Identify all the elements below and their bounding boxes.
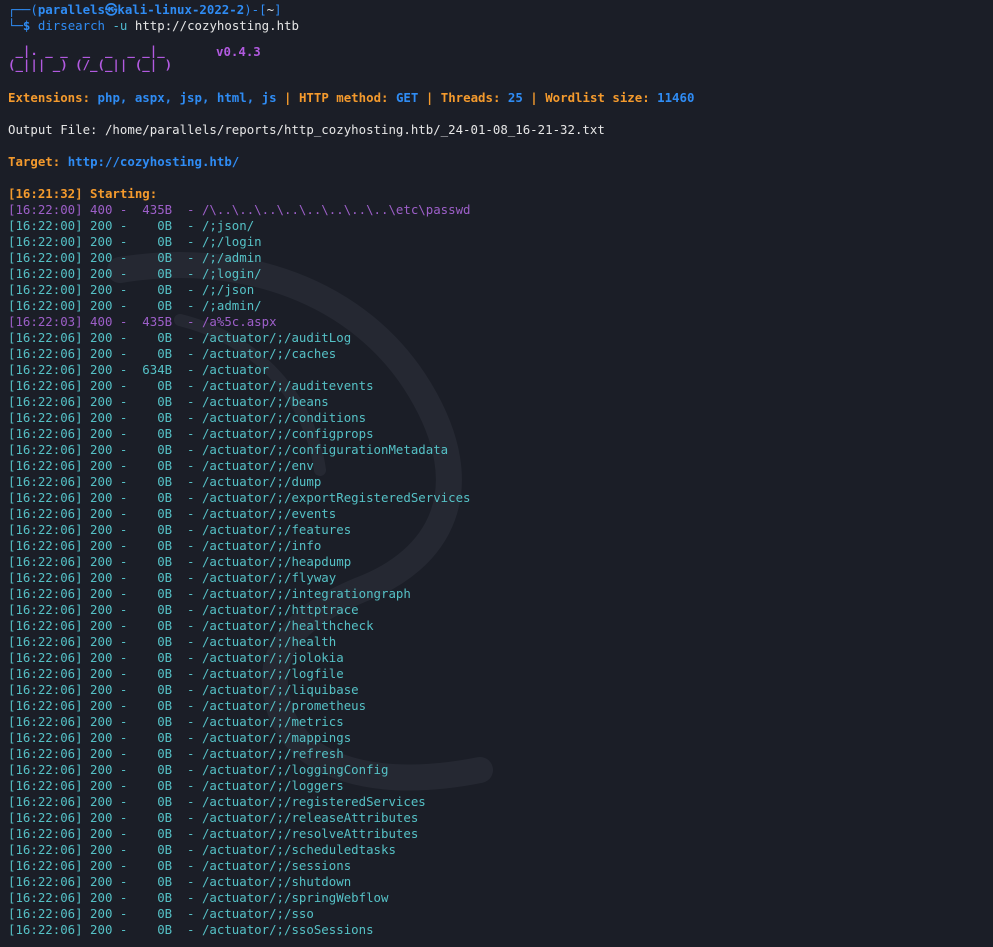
result-row: [16:22:06] 200 - 0B - /actuator/;/ssoSes… — [8, 922, 374, 937]
config-separator: | — [522, 90, 546, 105]
result-row: [16:22:06] 200 - 0B - /actuator/;/audite… — [8, 378, 374, 393]
banner-art-line-1: _|. _ _ _ _ _ _|_ — [8, 43, 165, 58]
result-row: [16:22:06] 200 - 0B - /actuator/;/caches — [8, 346, 337, 361]
result-row: [16:22:00] 200 - 0B - /;json/ — [8, 218, 255, 233]
banner-art-line-2: (_||| _) (/_(_|| (_| ) — [8, 57, 173, 72]
result-row: [16:22:06] 200 - 0B - /actuator/;/flyway — [8, 570, 337, 585]
dirsearch-banner: _|. _ _ _ _ _ _|_ (_||| _) (/_(_|| (_| )… — [8, 44, 993, 76]
result-row: [16:22:06] 200 - 0B - /actuator/;/auditL… — [8, 330, 352, 345]
result-row: [16:22:06] 200 - 0B - /actuator/;/metric… — [8, 714, 344, 729]
result-row: [16:22:00] 400 - 435B - /\..\..\..\..\..… — [8, 202, 471, 217]
result-row: [16:22:06] 200 - 0B - /actuator/;/condit… — [8, 410, 367, 425]
target-line: Target: http://cozyhosting.htb/ — [8, 154, 993, 170]
output-file-line: Output File: /home/parallels/reports/htt… — [8, 122, 605, 137]
result-row: [16:22:06] 200 - 0B - /actuator/;/refres… — [8, 746, 344, 761]
wordlist-label: Wordlist size: — [545, 90, 650, 105]
result-row: [16:22:06] 200 - 0B - /actuator/;/config… — [8, 426, 374, 441]
result-row: [16:22:00] 200 - 0B - /;/login — [8, 234, 262, 249]
result-row: [16:22:06] 200 - 0B - /actuator/;/dump — [8, 474, 322, 489]
prompt-separator: )-[ — [244, 2, 267, 17]
result-row: [16:22:06] 200 - 0B - /actuator/;/sessio… — [8, 858, 352, 873]
result-row: [16:22:06] 200 - 0B - /actuator/;/promet… — [8, 698, 367, 713]
result-row: [16:22:06] 200 - 0B - /actuator/;/config… — [8, 442, 449, 457]
result-row: [16:22:00] 200 - 0B - /;admin/ — [8, 298, 262, 313]
result-row: [16:22:06] 200 - 0B - /actuator/;/releas… — [8, 810, 419, 825]
result-row: [16:22:00] 200 - 0B - /;login/ — [8, 266, 262, 281]
command-name: dirsearch — [37, 18, 105, 33]
result-row: [16:22:06] 200 - 0B - /actuator/;/shutdo… — [8, 874, 352, 889]
extensions-value: php, aspx, jsp, html, js — [97, 90, 277, 105]
result-row: [16:22:06] 200 - 0B - /actuator/;/liquib… — [8, 682, 359, 697]
result-row: [16:22:06] 200 - 0B - /actuator/;/mappin… — [8, 730, 352, 745]
command-url: http://cozyhosting.htb — [134, 18, 299, 33]
prompt-dollar: $ — [22, 18, 31, 33]
results-list: [16:22:00] 400 - 435B - /\..\..\..\..\..… — [8, 202, 993, 938]
target-label: Target: — [8, 154, 61, 169]
result-row: [16:22:06] 200 - 0B - /actuator/;/logfil… — [8, 666, 344, 681]
dirsearch-ascii-logo: _|. _ _ _ _ _ _|_ (_||| _) (/_(_|| (_| ) — [8, 44, 172, 72]
extensions-label: Extensions: — [8, 90, 91, 105]
result-row: [16:22:06] 200 - 0B - /actuator/;/sso — [8, 906, 314, 921]
config-separator: | — [276, 90, 299, 105]
result-row: [16:22:06] 200 - 0B - /actuator/;/integr… — [8, 586, 411, 601]
terminal-window[interactable]: ┌──(parallels㉿kali-linux-2022-2)-[~] └─$… — [0, 0, 993, 947]
result-row: [16:22:06] 200 - 0B - /actuator/;/joloki… — [8, 650, 344, 665]
result-row: [16:22:06] 200 - 0B - /actuator/;/heapdu… — [8, 554, 352, 569]
result-row: [16:22:00] 200 - 0B - /;/json — [8, 282, 255, 297]
result-row: [16:22:06] 200 - 0B - /actuator/;/loggin… — [8, 762, 389, 777]
starting-line: [16:21:32] Starting: — [8, 186, 158, 201]
command-flag: -u — [112, 18, 128, 33]
threads-label: Threads: — [440, 90, 501, 105]
result-row: [16:22:06] 200 - 0B - /actuator/;/beans — [8, 394, 329, 409]
result-row: [16:22:06] 200 - 0B - /actuator/;/events — [8, 506, 337, 521]
result-row: [16:22:06] 200 - 0B - /actuator/;/info — [8, 538, 322, 553]
result-row: [16:22:03] 400 - 435B - /a%5c.aspx — [8, 314, 277, 329]
config-separator: | — [418, 90, 441, 105]
prompt-bracket-end: ] — [274, 2, 282, 17]
result-row: [16:22:06] 200 - 0B - /actuator/;/health — [8, 634, 337, 649]
banner-version: v0.4.3 — [216, 44, 261, 59]
result-row: [16:22:06] 200 - 0B - /actuator/;/httptr… — [8, 602, 359, 617]
config-line: Extensions: php, aspx, jsp, html, js | H… — [8, 90, 993, 106]
terminal-output: ┌──(parallels㉿kali-linux-2022-2)-[~] └─$… — [0, 0, 993, 938]
result-row: [16:22:06] 200 - 0B - /actuator/;/schedu… — [8, 842, 396, 857]
method-value: GET — [395, 90, 419, 105]
prompt-corner-bottom: └─ — [8, 18, 23, 33]
result-row: [16:22:06] 200 - 0B - /actuator/;/resolv… — [8, 826, 419, 841]
prompt-line-2: └─$ dirsearch -u http://cozyhosting.htb — [8, 18, 993, 34]
result-row: [16:22:06] 200 - 0B - /actuator/;/spring… — [8, 890, 389, 905]
prompt-corner: ┌──( — [8, 2, 38, 17]
threads-value: 25 — [507, 90, 523, 105]
result-row: [16:22:06] 200 - 0B - /actuator/;/featur… — [8, 522, 352, 537]
result-row: [16:22:06] 200 - 0B - /actuator/;/logger… — [8, 778, 344, 793]
result-row: [16:22:06] 200 - 0B - /actuator/;/env — [8, 458, 314, 473]
wordlist-value: 11460 — [657, 90, 695, 105]
prompt-line-1: ┌──(parallels㉿kali-linux-2022-2)-[~] — [8, 2, 993, 18]
prompt-cwd: ~ — [266, 2, 275, 17]
result-row: [16:22:06] 200 - 634B - /actuator — [8, 362, 270, 377]
result-row: [16:22:06] 200 - 0B - /actuator/;/export… — [8, 490, 471, 505]
method-label: HTTP method: — [298, 90, 389, 105]
result-row: [16:22:00] 200 - 0B - /;/admin — [8, 250, 262, 265]
prompt-user-host: parallels㉿kali-linux-2022-2 — [37, 2, 245, 17]
target-value: http://cozyhosting.htb/ — [67, 154, 240, 169]
result-row: [16:22:06] 200 - 0B - /actuator/;/regist… — [8, 794, 426, 809]
result-row: [16:22:06] 200 - 0B - /actuator/;/health… — [8, 618, 374, 633]
